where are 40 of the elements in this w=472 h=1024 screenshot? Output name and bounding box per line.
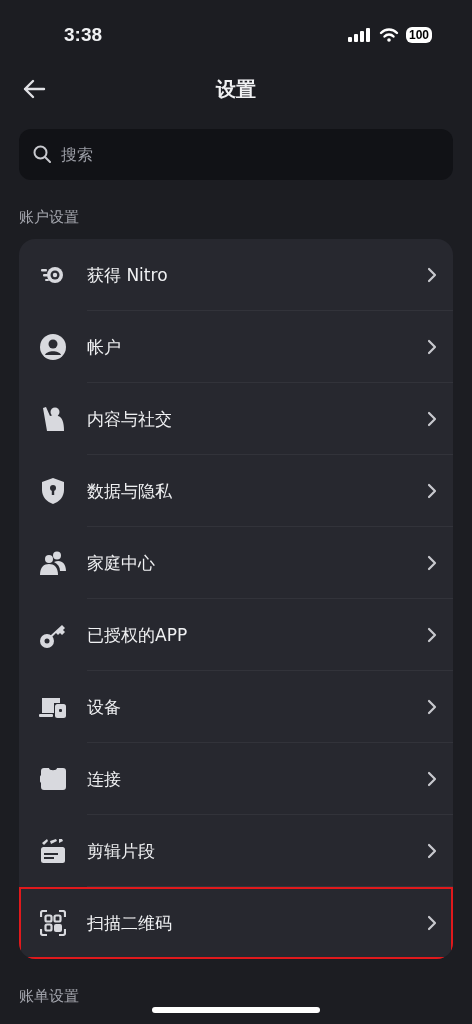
chevron-icon — [427, 915, 437, 931]
clapperboard-icon — [40, 839, 66, 863]
puzzle-icon — [40, 768, 66, 790]
settings-item[interactable]: 家庭中心 — [19, 527, 453, 599]
chevron-icon — [427, 267, 437, 283]
chevron-icon — [427, 555, 437, 571]
back-arrow-icon — [22, 79, 46, 99]
settings-item[interactable]: 数据与隐私 — [19, 455, 453, 527]
key-icon — [40, 622, 66, 648]
people-icon — [40, 551, 66, 575]
nitro-icon — [40, 265, 66, 285]
search-icon — [33, 145, 51, 163]
settings-item[interactable]: 获得 Nitro — [19, 239, 453, 311]
clock-time: 3:38 — [64, 24, 103, 46]
settings-item[interactable]: 设备 — [19, 671, 453, 743]
chevron-icon — [427, 339, 437, 355]
chevron-icon — [427, 627, 437, 643]
chevron-icon — [427, 483, 437, 499]
account-icon — [40, 334, 66, 360]
chevron-icon — [427, 699, 437, 715]
settings-item[interactable]: 剪辑片段 — [19, 815, 453, 887]
chevron-icon — [427, 843, 437, 859]
chevron-icon — [427, 771, 437, 787]
shield-icon — [42, 478, 64, 504]
section-heading: 账户设置 — [19, 208, 79, 227]
battery-level: 100 — [405, 27, 432, 43]
page-title: 设置 — [216, 76, 256, 101]
wifi-icon — [378, 28, 399, 42]
settings-item[interactable]: 已授权的APP — [19, 599, 453, 671]
settings-item[interactable]: 连接 — [19, 743, 453, 815]
section-heading: 账单设置 — [19, 987, 79, 1006]
qr-scan-icon — [40, 910, 66, 936]
settings-item[interactable]: 内容与社交 — [19, 383, 453, 455]
settings-item[interactable]: 扫描二维码 — [19, 887, 453, 959]
search-field[interactable]: 搜索 — [19, 129, 453, 180]
waving-person-icon — [41, 406, 65, 432]
chevron-icon — [427, 411, 437, 427]
signal-icon — [347, 28, 372, 42]
settings-item[interactable]: 帐户 — [19, 311, 453, 383]
devices-icon — [39, 696, 67, 718]
